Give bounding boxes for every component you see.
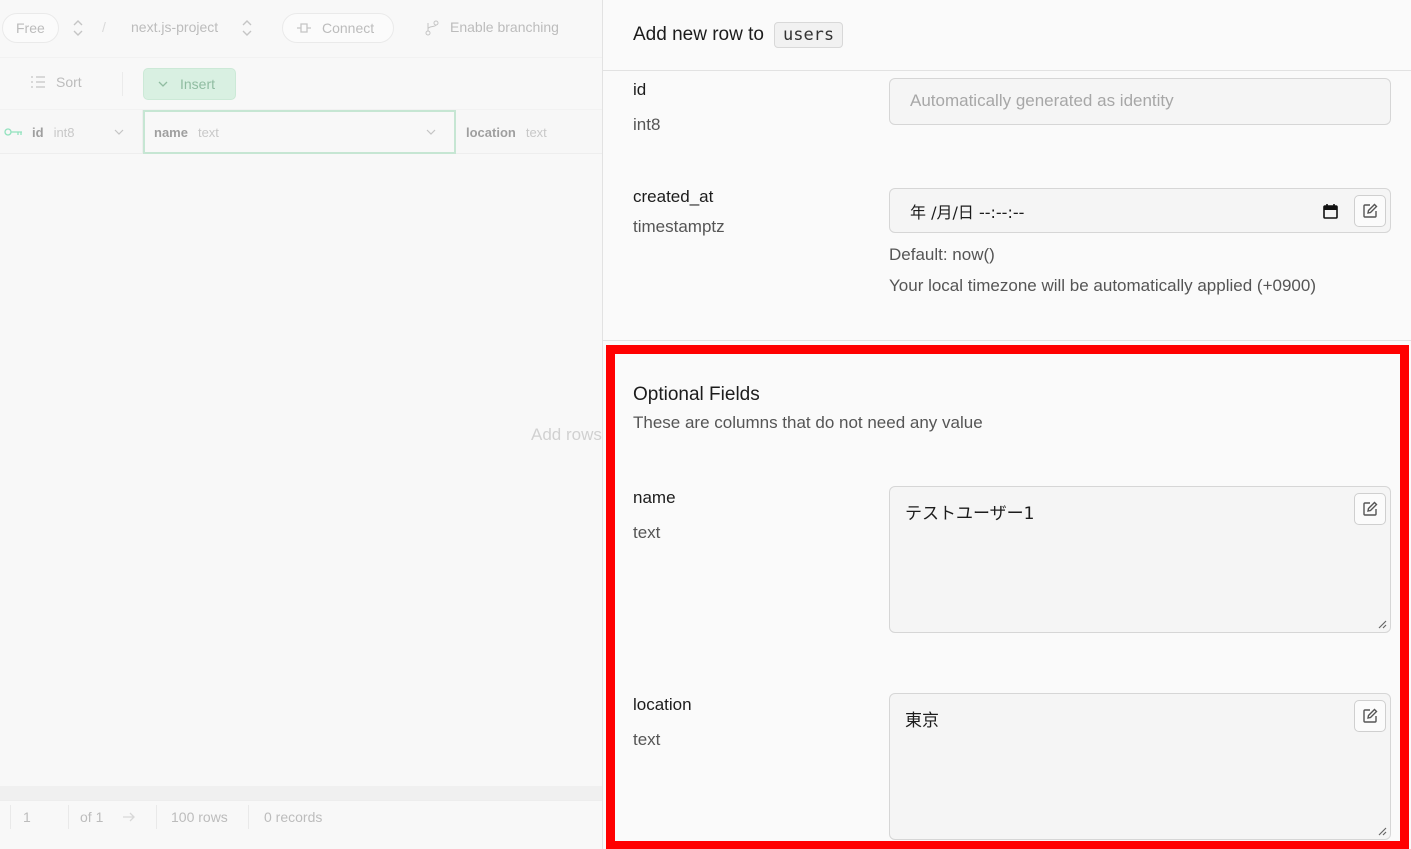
plan-badge[interactable]: Free xyxy=(2,13,59,43)
field-label-created-at: created_at xyxy=(633,187,714,206)
grid-header-row: id int8 name text location text xyxy=(0,110,602,154)
field-type-id: int8 xyxy=(633,115,661,134)
field-label-location: location xyxy=(633,695,692,714)
timezone-note: Your local timezone will be automaticall… xyxy=(889,276,1316,295)
horizontal-scrollbar[interactable] xyxy=(0,786,602,800)
column-name: location xyxy=(466,124,516,140)
footer-divider xyxy=(68,805,69,829)
branch-icon xyxy=(425,20,439,36)
toolbar-divider xyxy=(122,72,123,96)
chevron-up-down-icon[interactable] xyxy=(241,17,253,39)
chevron-down-icon xyxy=(158,81,168,87)
plug-icon xyxy=(297,23,311,33)
footer-divider xyxy=(156,805,157,829)
add-row-side-panel: Add new row to users id int8 Automatical… xyxy=(602,0,1411,849)
chevron-down-icon[interactable] xyxy=(114,128,124,136)
footer-divider xyxy=(248,805,249,829)
rows-per-page-select[interactable]: 100 rows xyxy=(171,809,228,825)
arrow-right-icon[interactable] xyxy=(122,811,136,823)
chevron-up-down-icon[interactable] xyxy=(72,17,84,39)
insert-label: Insert xyxy=(180,76,216,92)
empty-table-message: Add rows xyxy=(531,425,602,444)
column-name: id xyxy=(32,124,44,140)
name-textarea[interactable]: テストユーザー1 xyxy=(889,486,1391,633)
table-editor-background: Free / next.js-project Connect Enable br… xyxy=(0,0,602,849)
panel-header: Add new row to users xyxy=(603,0,1411,71)
column-name: name xyxy=(154,124,188,140)
optional-fields-title: Optional Fields xyxy=(633,384,760,405)
name-value: テストユーザー1 xyxy=(905,504,1035,524)
project-name[interactable]: next.js-project xyxy=(131,19,218,35)
page-number-input[interactable]: 1 xyxy=(23,809,31,825)
table-name-badge: users xyxy=(773,22,844,48)
datetime-value: 年 /月/日 --:--:-- xyxy=(910,203,1025,222)
location-textarea[interactable]: 東京 xyxy=(889,693,1391,840)
default-value-note: Default: now() xyxy=(889,245,995,264)
column-type: text xyxy=(525,124,547,140)
column-type: int8 xyxy=(53,124,75,140)
sort-button[interactable]: Sort xyxy=(30,74,82,90)
breadcrumb-separator: / xyxy=(102,19,106,35)
column-header-location[interactable]: location text xyxy=(456,110,602,154)
calendar-icon[interactable] xyxy=(1323,203,1338,219)
edit-icon xyxy=(1363,708,1378,723)
field-label-id: id xyxy=(633,80,647,99)
edit-icon xyxy=(1363,203,1378,218)
edit-icon xyxy=(1363,501,1378,516)
optional-fields-description: These are columns that do not need any v… xyxy=(633,413,983,432)
expand-editor-button[interactable] xyxy=(1354,493,1386,525)
page-count: of 1 xyxy=(80,809,104,825)
top-navigation-bar: Free / next.js-project Connect Enable br… xyxy=(0,0,602,58)
location-value: 東京 xyxy=(905,711,939,731)
record-count: 0 records xyxy=(264,809,323,825)
panel-title: Add new row to xyxy=(633,24,764,45)
primary-key-icon xyxy=(4,128,22,136)
plan-badge-label: Free xyxy=(16,20,45,36)
column-type: text xyxy=(197,124,219,140)
id-placeholder: Automatically generated as identity xyxy=(910,91,1174,110)
table-toolbar: Sort Insert xyxy=(0,58,602,110)
chevron-down-icon[interactable] xyxy=(426,128,436,136)
column-header-id[interactable]: id int8 xyxy=(0,110,143,154)
section-divider xyxy=(603,340,1411,341)
insert-button[interactable]: Insert xyxy=(143,68,236,100)
connect-button[interactable]: Connect xyxy=(282,13,394,43)
field-type-location: text xyxy=(633,730,661,749)
resize-handle-icon[interactable] xyxy=(1377,826,1387,836)
enable-branching-link[interactable]: Enable branching xyxy=(450,19,559,35)
field-type-name: text xyxy=(633,523,661,542)
sort-label: Sort xyxy=(56,74,82,90)
list-icon xyxy=(31,76,45,88)
field-type-created-at: timestamptz xyxy=(633,217,725,236)
footer-divider xyxy=(10,805,11,829)
id-input[interactable]: Automatically generated as identity xyxy=(889,78,1391,125)
connect-label: Connect xyxy=(322,20,375,36)
column-header-name[interactable]: name text xyxy=(143,110,456,154)
resize-handle-icon[interactable] xyxy=(1377,619,1387,629)
field-label-name: name xyxy=(633,488,676,507)
expand-editor-button[interactable] xyxy=(1354,195,1386,227)
expand-editor-button[interactable] xyxy=(1354,700,1386,732)
pagination-footer: 1 of 1 100 rows 0 records xyxy=(0,800,602,849)
created-at-datetime-input[interactable]: 年 /月/日 --:--:-- xyxy=(889,188,1391,233)
